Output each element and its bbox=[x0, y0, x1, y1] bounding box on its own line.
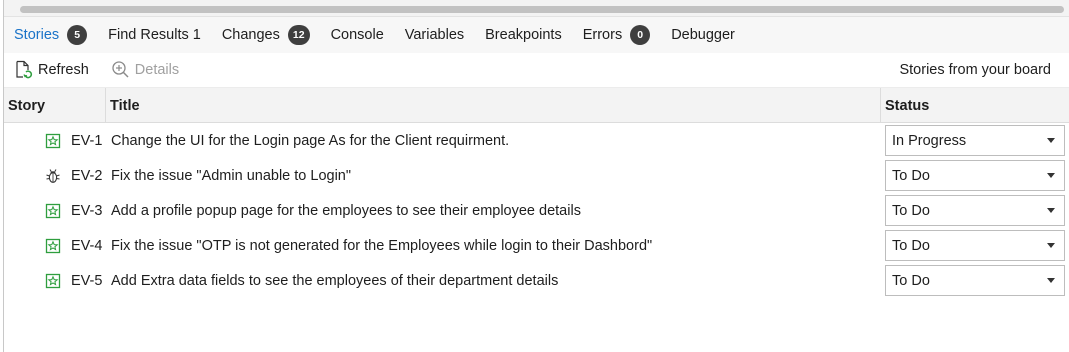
tab-label: Breakpoints bbox=[485, 27, 562, 43]
tab-errors[interactable]: Errors 0 bbox=[582, 17, 651, 53]
tab-label: Errors bbox=[582, 27, 623, 43]
story-id: EV-3 bbox=[71, 202, 103, 219]
column-header-title[interactable]: Title bbox=[106, 88, 881, 123]
refresh-button[interactable]: Refresh bbox=[8, 53, 95, 87]
bug-icon bbox=[46, 169, 60, 183]
status-value: To Do bbox=[892, 272, 930, 289]
status-value: To Do bbox=[892, 237, 930, 254]
zoom-in-icon bbox=[112, 61, 129, 78]
tab-find-results[interactable]: Find Results 1 bbox=[108, 17, 201, 53]
stories-table-body: EV-1 Change the UI for the Login page As… bbox=[4, 123, 1069, 298]
tab-label: Console bbox=[330, 27, 384, 43]
dropdown-arrow-icon bbox=[1047, 278, 1055, 283]
story-title: Add a profile popup page for the employe… bbox=[111, 202, 581, 219]
table-row[interactable]: EV-2 Fix the issue "Admin unable to Logi… bbox=[4, 158, 1069, 193]
table-row[interactable]: EV-5 Add Extra data fields to see the em… bbox=[4, 263, 1069, 298]
status-dropdown[interactable]: To Do bbox=[885, 265, 1065, 296]
story-id: EV-1 bbox=[71, 132, 103, 149]
status-value: To Do bbox=[892, 167, 930, 184]
story-title: Add Extra data fields to see the employe… bbox=[111, 272, 559, 289]
tab-label: Stories bbox=[14, 27, 60, 43]
tab-count-badge: 5 bbox=[67, 25, 88, 45]
horizontal-scrollbar[interactable] bbox=[4, 0, 1069, 17]
tab-count-badge: 0 bbox=[630, 25, 651, 45]
story-id: EV-2 bbox=[71, 167, 103, 184]
tab-debugger[interactable]: Debugger bbox=[671, 17, 735, 53]
tab-label: Variables bbox=[404, 27, 465, 43]
tab-changes[interactable]: Changes 12 bbox=[222, 17, 310, 53]
status-value: To Do bbox=[892, 202, 930, 219]
details-button[interactable]: Details bbox=[105, 53, 185, 87]
column-header-status[interactable]: Status bbox=[881, 88, 1069, 123]
table-header: Story Title Status bbox=[4, 87, 1069, 123]
status-dropdown[interactable]: In Progress bbox=[885, 125, 1065, 156]
status-value: In Progress bbox=[892, 132, 967, 149]
dropdown-arrow-icon bbox=[1047, 208, 1055, 213]
status-dropdown[interactable]: To Do bbox=[885, 160, 1065, 191]
column-header-story[interactable]: Story bbox=[4, 88, 106, 123]
tab-label: Changes bbox=[221, 27, 280, 43]
dropdown-arrow-icon bbox=[1047, 138, 1055, 143]
refresh-label: Refresh bbox=[38, 62, 89, 78]
tab-count-badge: 12 bbox=[287, 25, 310, 45]
tab-stories[interactable]: Stories 5 bbox=[14, 17, 88, 53]
story-title: Fix the issue "OTP is not generated for … bbox=[111, 237, 653, 254]
table-row[interactable]: EV-4 Fix the issue "OTP is not generated… bbox=[4, 228, 1069, 263]
table-row[interactable]: EV-1 Change the UI for the Login page As… bbox=[4, 123, 1069, 158]
story-icon bbox=[45, 238, 61, 254]
details-label: Details bbox=[134, 62, 180, 78]
dropdown-arrow-icon bbox=[1047, 173, 1055, 178]
tab-label: Debugger bbox=[671, 27, 735, 43]
story-icon bbox=[45, 203, 61, 219]
status-dropdown[interactable]: To Do bbox=[885, 230, 1065, 261]
story-icon bbox=[45, 273, 61, 289]
board-info-text: Stories from your board bbox=[899, 62, 1051, 78]
story-title: Fix the issue "Admin unable to Login" bbox=[111, 167, 352, 184]
refresh-icon bbox=[16, 60, 33, 79]
tab-bar: Stories 5 Find Results 1 Changes 12 Cons… bbox=[4, 17, 1069, 53]
scrollbar-thumb[interactable] bbox=[20, 6, 1064, 13]
story-icon bbox=[45, 133, 61, 149]
story-id: EV-4 bbox=[71, 237, 103, 254]
tab-label: Find Results 1 bbox=[108, 27, 201, 43]
story-title: Change the UI for the Login page As for … bbox=[111, 132, 510, 149]
tab-breakpoints[interactable]: Breakpoints bbox=[485, 17, 562, 53]
tab-console[interactable]: Console bbox=[331, 17, 384, 53]
status-dropdown[interactable]: To Do bbox=[885, 195, 1065, 226]
tab-variables[interactable]: Variables bbox=[405, 17, 464, 53]
dropdown-arrow-icon bbox=[1047, 243, 1055, 248]
story-id: EV-5 bbox=[71, 272, 103, 289]
table-row[interactable]: EV-3 Add a profile popup page for the em… bbox=[4, 193, 1069, 228]
toolbar: Refresh Details Stories from your board bbox=[4, 53, 1069, 87]
